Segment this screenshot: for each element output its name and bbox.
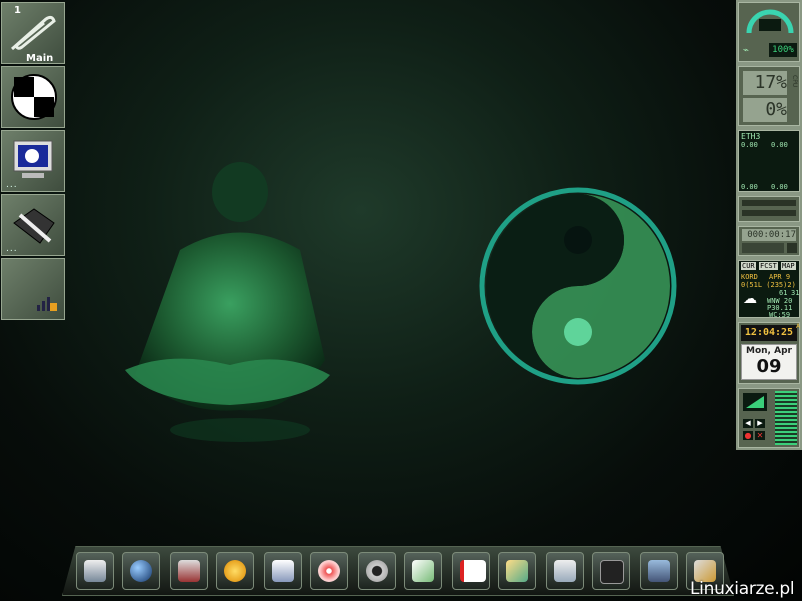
cpu-load-2: 0% [743, 98, 787, 122]
dock-tile-monitor[interactable]: ... [1, 130, 65, 192]
clock-widget: 12:04:25 A Mon, Apr 09 [738, 322, 800, 384]
network-widget: ETH3 0.00 0.00 0.00 0.00 [738, 130, 800, 192]
prev-icon[interactable]: ◀ [743, 419, 753, 428]
cd-player-icon[interactable] [310, 552, 348, 590]
weather-tab-map[interactable]: MAP [781, 262, 796, 270]
volume-level-icon [743, 393, 767, 411]
mute-icon[interactable]: ✕ [755, 431, 765, 440]
monitor-icon [13, 140, 53, 178]
tile-dots: ... [6, 180, 18, 190]
left-dock: 1 Main ... ... [0, 0, 66, 322]
next-icon[interactable]: ▶ [755, 419, 765, 428]
calendar-icon[interactable] [264, 552, 302, 590]
weather-date: APR 9 [769, 273, 791, 281]
cloud-icon: ☁ [743, 291, 757, 307]
pdf-viewer-icon[interactable] [452, 552, 490, 590]
terminal-icon[interactable] [592, 552, 630, 590]
yin-yang-symbol [479, 187, 677, 385]
network-device-icon[interactable] [640, 552, 678, 590]
cpu-label: CPU [791, 75, 798, 88]
weather-tab-fcst[interactable]: FCST [759, 262, 778, 270]
weather-line-2: 0(51L (235)2) [741, 281, 796, 289]
weather-station: KORD [741, 273, 758, 281]
date-card: Mon, Apr 09 [741, 344, 797, 380]
dock-tile-display[interactable] [1, 66, 65, 128]
timer-button[interactable] [787, 243, 797, 253]
joystick-game-icon[interactable] [170, 552, 208, 590]
battery-percent: 100% [769, 43, 797, 57]
battery-widget: 100% ⌁ [738, 2, 800, 62]
signal-bars-icon [37, 297, 57, 311]
right-panel: 100% ⌁ 17% 0% CPU ETH3 0.00 0.00 0.00 0.… [736, 0, 802, 450]
weather-windchill: WC:59 [769, 311, 791, 319]
chat-bubble-icon[interactable] [216, 552, 254, 590]
net-tx: 0.00 [771, 141, 788, 149]
weather-temp: 61 [779, 289, 788, 297]
gauge-icon [746, 9, 794, 34]
watermark: Linuxiarze.pl [690, 579, 795, 599]
workspace-label: Main [26, 53, 54, 64]
net-tx-2: 0.00 [771, 183, 788, 191]
net-interface: ETH3 [741, 132, 761, 141]
weather-humidity: 31 [791, 289, 800, 297]
clock-ampm: A [796, 323, 801, 330]
timer-value: 000:00:17 [742, 229, 796, 241]
screwdriver-icon [13, 208, 55, 244]
timer-slider[interactable] [742, 243, 784, 253]
volume-meter [775, 391, 797, 445]
clock-time: 12:04:25 [741, 325, 797, 341]
volume-widget: ◀ ▶ ● ✕ [738, 388, 800, 448]
date-number: 09 [756, 356, 782, 377]
timer-widget: 000:00:17 [738, 226, 800, 256]
text-editor-icon[interactable] [404, 552, 442, 590]
cpu-load-1: 17% [743, 71, 787, 95]
globe-browser-icon[interactable] [122, 552, 160, 590]
net-rx-2: 0.00 [741, 183, 758, 191]
record-icon[interactable]: ● [743, 431, 753, 440]
net-rx: 0.00 [741, 141, 758, 149]
progress-bar-1 [742, 200, 796, 206]
file-manager-icon[interactable] [546, 552, 584, 590]
monk-figure [125, 162, 330, 442]
weather-widget: CUR FCST MAP KORD APR 9 0(51L (235)2) ☁ … [738, 260, 800, 319]
dock-tile-signal[interactable] [1, 258, 65, 320]
dock-tile-tools[interactable]: ... [1, 194, 65, 256]
image-viewer-icon[interactable] [498, 552, 536, 590]
cpu-widget: 17% 0% CPU [738, 66, 800, 126]
progress-bar-2 [742, 210, 796, 216]
paperclip-icon [11, 15, 56, 51]
tile-dots: ... [6, 244, 18, 254]
progress-bars [738, 196, 800, 222]
system-settings-icon[interactable] [76, 552, 114, 590]
desktop-background: 1 Main ... ... 100% ⌁ 17% 0% CPU ETH3 0.… [0, 0, 802, 601]
weather-tab-cur[interactable]: CUR [741, 262, 756, 270]
webcam-icon[interactable] [358, 552, 396, 590]
workspace-tile[interactable]: 1 Main [1, 2, 65, 64]
plug-icon: ⌁ [743, 45, 750, 56]
contrast-icon [11, 74, 57, 120]
bottom-dock [62, 546, 734, 596]
